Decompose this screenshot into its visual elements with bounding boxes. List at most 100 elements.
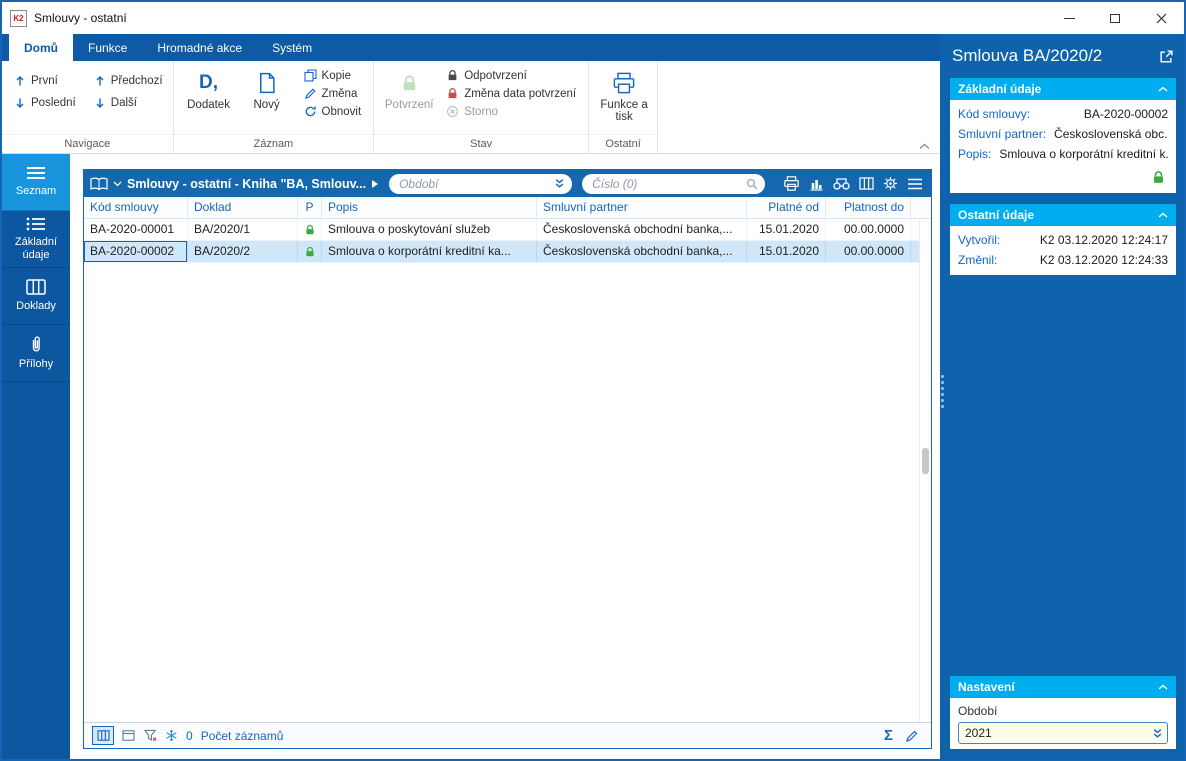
obdobi-field (958, 722, 1168, 744)
open-in-window-button[interactable] (1159, 49, 1174, 64)
record-count-label: Počet záznamů (200, 728, 284, 743)
obdobi-input[interactable] (958, 722, 1168, 744)
field-kod-smlouvy: Kód smlouvy: BA-2020-00002 (958, 104, 1168, 124)
cell-partner: Československá obchodní banka,... (537, 241, 747, 262)
sidebar-item-prilohy[interactable]: Přílohy (2, 325, 70, 383)
advanced-search-button[interactable] (833, 177, 850, 190)
column-header-p[interactable]: P (298, 197, 322, 218)
column-header-platne-od[interactable]: Platné od (747, 197, 826, 218)
columns-button[interactable] (859, 177, 874, 190)
period-filter (389, 173, 573, 194)
refresh-icon (305, 106, 316, 117)
posledni-button[interactable]: Poslední (10, 92, 80, 114)
tab-system[interactable]: Systém (257, 34, 327, 61)
search-icon[interactable] (746, 178, 758, 190)
section-ostatni-udaje: Ostatní údaje Vytvořil: K2 03.12.2020 12… (950, 204, 1176, 275)
potvrzeni-button[interactable]: Potvrzení (380, 66, 438, 134)
ribbon-collapse-button[interactable] (919, 143, 930, 150)
odpotvrzeni-button[interactable]: Odpotvrzení (442, 68, 580, 83)
section-header-zakladni[interactable]: Základní údaje (950, 78, 1176, 100)
column-header-smluvni-partner[interactable]: Smluvní partner (537, 197, 747, 218)
external-link-icon (1160, 49, 1173, 63)
zmena-button[interactable]: Změna (300, 86, 366, 101)
section-header-nastaveni[interactable]: Nastavení (950, 676, 1176, 698)
sidebar-item-zakladni-udaje[interactable]: Základní údaje (2, 211, 70, 269)
table-row-selected[interactable]: BA-2020-00002 BA/2020/2 Smlouva o korpor… (84, 241, 931, 263)
browser-title: Smlouvy - ostatní - Kniha "BA, Smlouv... (127, 176, 367, 191)
cell-platne-od: 15.01.2020 (747, 241, 826, 262)
printer-icon (784, 176, 799, 191)
predchozi-button[interactable]: Předchozí (90, 70, 167, 92)
column-header-platnost-do[interactable]: Platnost do (826, 197, 911, 218)
column-header-kod-smlouvy[interactable]: Kód smlouvy (84, 197, 188, 218)
settings-button[interactable] (883, 176, 898, 191)
collapse-chevron-icon[interactable] (1158, 684, 1168, 690)
lock-icon (448, 70, 457, 81)
cell-lock (298, 219, 322, 240)
period-input[interactable] (389, 173, 573, 194)
column-header-doklad[interactable]: Doklad (188, 197, 298, 218)
filter-button[interactable] (143, 729, 157, 742)
expand-title-button[interactable] (371, 179, 379, 189)
close-button[interactable] (1138, 2, 1184, 34)
view-grid-toggle[interactable] (92, 726, 114, 745)
cell-doklad: BA/2020/2 (188, 241, 298, 262)
sidebar-item-doklady[interactable]: Doklady (2, 268, 70, 326)
column-header-popis[interactable]: Popis (322, 197, 537, 218)
sidebar-item-label: Základní údaje (14, 236, 58, 261)
predchozi-label: Předchozí (110, 75, 163, 87)
cell-partner: Československá obchodní banka,... (537, 219, 747, 240)
field-zmenil: Změnil: K2 03.12.2020 12:24:33 (958, 250, 1168, 270)
lock-icon (403, 74, 415, 90)
minimize-button[interactable] (1046, 2, 1092, 34)
hamburger-icon (908, 178, 922, 189)
funkce-a-tisk-button[interactable]: Funkce a tisk (595, 66, 653, 134)
table-row[interactable]: BA-2020-00001 BA/2020/1 Smlouva o poskyt… (84, 219, 931, 241)
lock-green-icon (1154, 171, 1163, 183)
odpotvrzeni-label: Odpotvrzení (464, 69, 527, 82)
scrollbar-thumb[interactable] (922, 448, 929, 474)
frozen-records-button[interactable] (165, 729, 178, 742)
book-button[interactable] (90, 177, 108, 191)
period-dropdown-icon[interactable] (554, 178, 565, 189)
ribbon-group-zaznam: D, Dodatek Nový Kopie Změna Obnovit Zázn… (173, 61, 375, 153)
tab-hromadne-akce[interactable]: Hromadné akce (142, 34, 257, 61)
storno-button[interactable]: Storno (442, 104, 580, 119)
number-search (582, 173, 766, 194)
maximize-button[interactable] (1092, 2, 1138, 34)
potvrzeni-label: Potvrzení (384, 99, 434, 111)
kopie-button[interactable]: Kopie (300, 68, 366, 83)
group-label-zaznam: Záznam (173, 134, 374, 153)
obdobi-dropdown-icon[interactable] (1152, 728, 1163, 739)
tab-funkce[interactable]: Funkce (73, 34, 142, 61)
sidebar-item-seznam[interactable]: Seznam (2, 154, 70, 211)
dalsi-button[interactable]: Další (90, 92, 167, 114)
browser-toolbar: Smlouvy - ostatní - Kniha "BA, Smlouv... (84, 170, 931, 197)
ribbon-tabbar: Domů Funkce Hromadné akce Systém (2, 34, 940, 61)
collapse-chevron-icon[interactable] (1158, 86, 1168, 92)
columns-icon (96, 730, 110, 741)
novy-button[interactable]: Nový (238, 66, 296, 134)
print-button[interactable] (783, 176, 800, 191)
vertical-scrollbar[interactable] (919, 220, 931, 722)
maximize-icon (1110, 13, 1120, 23)
number-search-input[interactable] (582, 173, 766, 194)
obnovit-button[interactable]: Obnovit (300, 104, 366, 119)
chart-button[interactable] (809, 177, 824, 191)
menu-button[interactable] (907, 178, 923, 190)
field-label: Vytvořil: (958, 233, 1001, 247)
book-dropdown-button[interactable] (113, 181, 122, 187)
sum-button[interactable]: Σ (884, 728, 893, 743)
view-form-toggle[interactable] (122, 730, 135, 741)
prvni-button[interactable]: První (10, 70, 80, 92)
panel-splitter[interactable] (941, 374, 944, 408)
collapse-chevron-icon[interactable] (1158, 212, 1168, 218)
tab-domu[interactable]: Domů (9, 34, 73, 61)
section-header-ostatni[interactable]: Ostatní údaje (950, 204, 1176, 226)
dodatek-button[interactable]: D, Dodatek (180, 66, 238, 134)
edit-button[interactable] (905, 729, 919, 743)
section-title: Ostatní údaje (958, 208, 1035, 222)
arrow-down-icon (16, 98, 24, 108)
sidebar-item-label: Přílohy (18, 358, 54, 371)
zmena-data-potvrzeni-button[interactable]: Změna data potvrzení (442, 86, 580, 101)
